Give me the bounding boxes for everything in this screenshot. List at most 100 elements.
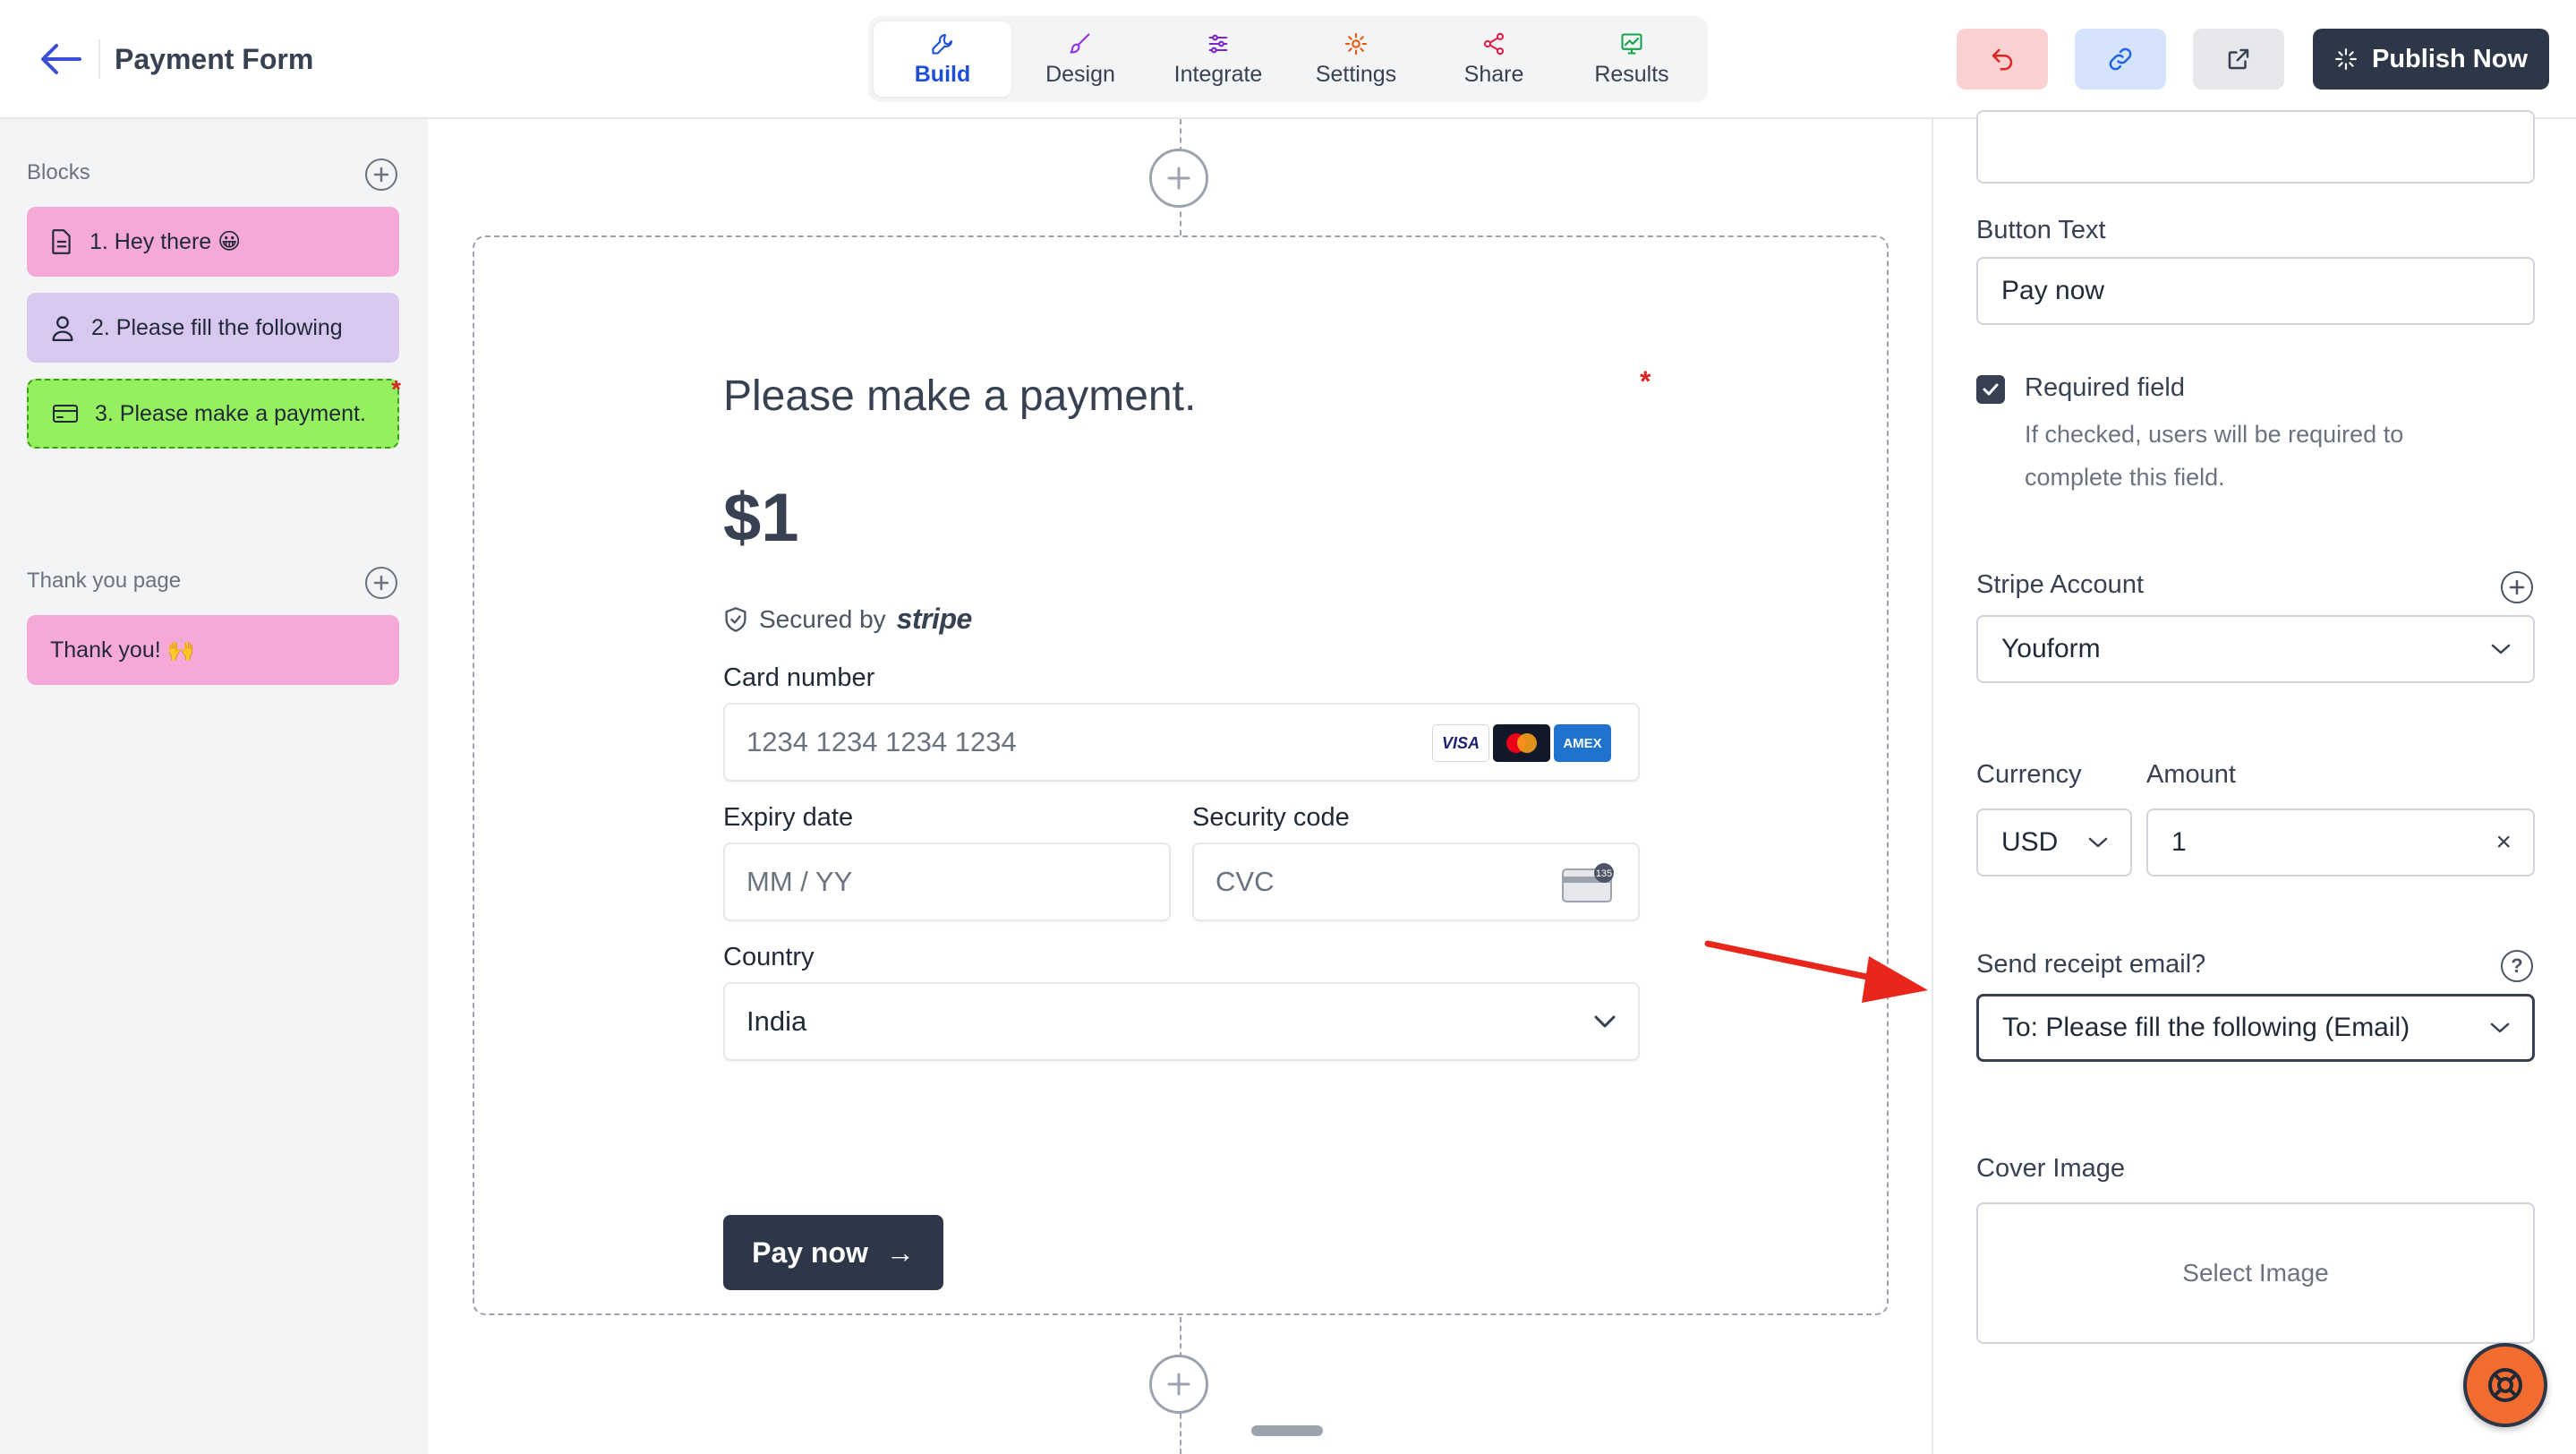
resize-handle[interactable] (1251, 1425, 1323, 1436)
lifebuoy-icon (2488, 1368, 2522, 1402)
wrench-icon (932, 33, 952, 55)
receipt-email-select[interactable]: To: Please fill the following (Email) (1976, 994, 2535, 1062)
card-brand-logos: VISA AMEX (1432, 724, 1611, 762)
share-icon (1483, 32, 1505, 55)
secured-prefix: Secured by (759, 604, 886, 633)
payment-block-card[interactable]: Please make a payment. * $1 Secured by s… (473, 235, 1889, 1315)
chevron-down-icon (2490, 1022, 2510, 1033)
external-link-icon (2228, 48, 2249, 70)
security-code-placeholder: CVC (1215, 866, 1275, 897)
select-image-label: Select Image (2182, 1259, 2329, 1287)
block-item-welcome[interactable]: 1. Hey there 😀 (27, 207, 399, 277)
currency-select[interactable]: USD (1976, 808, 2132, 877)
open-preview-button[interactable] (2193, 29, 2284, 90)
tab-settings[interactable]: Settings (1287, 21, 1425, 97)
pay-now-button[interactable]: Pay now → (723, 1215, 943, 1290)
thankyou-heading: Thank you page (27, 569, 182, 593)
card-number-placeholder: 1234 1234 1234 1234 (746, 726, 1017, 757)
required-label: Required field (2025, 373, 2185, 402)
title-divider (98, 39, 100, 79)
payment-amount: $1 (723, 480, 799, 556)
annotation-arrow-icon (1704, 940, 1928, 1003)
add-thankyou-button[interactable] (365, 567, 397, 599)
required-checkbox[interactable] (1976, 375, 2005, 404)
country-select[interactable]: India (723, 982, 1640, 1061)
select-image-button[interactable]: Select Image (1976, 1202, 2535, 1344)
add-block-above-button[interactable] (1149, 149, 1208, 208)
page-title: Payment Form (115, 43, 314, 75)
tab-integrate[interactable]: Integrate (1149, 21, 1287, 97)
stripe-account-select[interactable]: Youform (1976, 615, 2535, 683)
tab-design[interactable]: Design (1011, 21, 1149, 97)
thankyou-item[interactable]: Thank you! 🙌 (27, 615, 399, 685)
tab-share[interactable]: Share (1425, 21, 1563, 97)
undo-button[interactable] (1957, 29, 2048, 90)
card-number-input[interactable]: 1234 1234 1234 1234 VISA AMEX (723, 703, 1640, 782)
button-text-input[interactable]: Pay now (1976, 257, 2535, 325)
clear-amount-icon[interactable]: × (2495, 827, 2512, 858)
block-settings-panel: Button Text Pay now Required field If ch… (1932, 110, 2576, 1454)
sliders-icon (1208, 34, 1228, 53)
amount-label: Amount (2146, 760, 2236, 789)
gear-icon (1344, 32, 1368, 55)
tab-results[interactable]: Results (1563, 21, 1701, 97)
expiry-placeholder: MM / YY (746, 866, 853, 897)
receipt-email-value: To: Please fill the following (Email) (2002, 1013, 2410, 1042)
sparkle-icon (2335, 48, 2357, 70)
user-icon (52, 316, 73, 341)
chevron-down-icon (1594, 1015, 1616, 1028)
tab-build[interactable]: Build (874, 21, 1011, 97)
tab-label: Settings (1315, 61, 1397, 87)
card-number-label: Card number (723, 663, 875, 692)
block-item-payment[interactable]: 3. Please make a payment. * (27, 375, 401, 449)
copy-link-button[interactable] (2075, 29, 2166, 90)
chart-icon (1621, 32, 1642, 55)
publish-button[interactable]: Publish Now (2313, 29, 2549, 90)
check-icon (1983, 383, 1999, 396)
chevron-down-icon (2491, 644, 2511, 654)
security-code-label: Security code (1192, 803, 1350, 832)
add-block-button[interactable] (365, 158, 397, 191)
undo-icon (1992, 48, 2013, 71)
expiry-input[interactable]: MM / YY (723, 842, 1171, 921)
cvc-card-icon: 135 (1562, 863, 1614, 902)
receipt-help-icon[interactable]: ? (2501, 950, 2533, 982)
document-icon (52, 229, 71, 254)
back-button[interactable] (36, 36, 86, 82)
publish-label: Publish Now (2372, 44, 2528, 73)
help-button[interactable] (2463, 1343, 2547, 1427)
form-canvas: Please make a payment. * $1 Secured by s… (428, 119, 1932, 1454)
visa-logo: VISA (1432, 724, 1489, 762)
description-field[interactable] (1976, 110, 2535, 184)
builder-tabs: Build Design Integrate Settings Share Re… (868, 16, 1708, 102)
block-label: Thank you! 🙌 (50, 637, 195, 663)
secured-by-stripe: Secured by stripe (723, 603, 972, 636)
block-label: 1. Hey there 😀 (90, 229, 242, 254)
plus-icon (1167, 1373, 1190, 1396)
amount-input[interactable]: 1 × (2146, 808, 2535, 877)
add-block-below-button[interactable] (1149, 1355, 1208, 1414)
receipt-email-label: Send receipt email? (1976, 950, 2206, 979)
tab-label: Build (914, 61, 971, 87)
expiry-label: Expiry date (723, 803, 854, 832)
country-value: India (746, 1005, 807, 1037)
button-text-value: Pay now (2001, 276, 2105, 305)
stripe-logo: stripe (896, 603, 973, 635)
cvc-badge: 135 (1596, 868, 1612, 879)
plus-icon (2509, 579, 2525, 595)
block-label: 3. Please make a payment. (95, 400, 366, 426)
arrow-left-icon (41, 44, 81, 74)
currency-label: Currency (1976, 760, 2082, 789)
block-label: 2. Please fill the following (91, 314, 343, 340)
currency-value: USD (2001, 827, 2059, 857)
blocks-sidebar: Blocks 1. Hey there 😀 2. Please fill the… (0, 119, 428, 1454)
stripe-account-label: Stripe Account (1976, 570, 2144, 599)
required-marker: * (1640, 365, 1651, 398)
block-item-contact[interactable]: 2. Please fill the following (27, 293, 399, 363)
add-stripe-account-button[interactable] (2501, 571, 2533, 603)
country-label: Country (723, 943, 815, 971)
security-code-input[interactable]: CVC 135 (1192, 842, 1640, 921)
tab-label: Share (1463, 61, 1524, 87)
credit-card-icon (53, 405, 78, 423)
shield-check-icon (725, 606, 746, 632)
